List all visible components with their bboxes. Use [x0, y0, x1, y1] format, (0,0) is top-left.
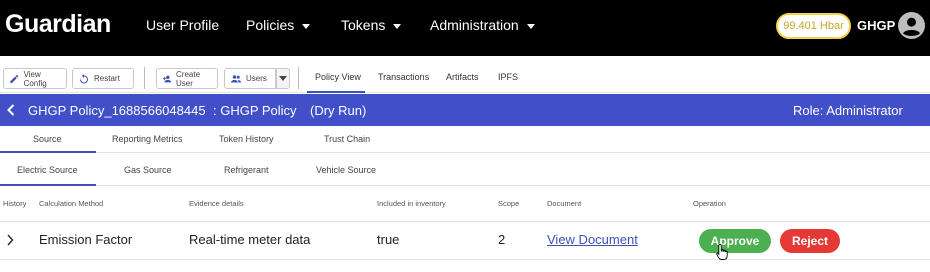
view-document-link[interactable]: View Document	[547, 232, 638, 247]
tab-ipfs[interactable]: IPFS	[498, 72, 518, 82]
tab-reporting-metrics[interactable]: Reporting Metrics	[112, 134, 183, 144]
nav-tokens-label: Tokens	[341, 17, 386, 33]
nav-administration-label: Administration	[430, 17, 519, 33]
nav-policies[interactable]: Policies	[246, 17, 311, 33]
edit-icon	[10, 74, 19, 83]
policy-name: GHGP Policy_1688566048445	[28, 103, 206, 118]
nav-user-profile-label: User Profile	[146, 17, 220, 33]
app-logo[interactable]: Guardian	[5, 10, 111, 39]
active-tab-indicator	[307, 91, 365, 93]
users-dropdown-button[interactable]	[276, 68, 290, 89]
nav-tokens[interactable]: Tokens	[341, 17, 402, 33]
secondary-tabs: Electric Source Gas Source Refrigerant V…	[0, 153, 930, 186]
table-row: Emission Factor Real-time meter data tru…	[0, 222, 930, 260]
column-header-document: Document	[547, 199, 582, 208]
balance-badge: 99.401 Hbar	[776, 13, 851, 39]
tab-artifacts[interactable]: Artifacts	[446, 72, 479, 82]
column-header-history: History	[3, 199, 27, 208]
nav-policies-label: Policies	[246, 17, 295, 33]
tab-electric-source[interactable]: Electric Source	[17, 165, 78, 175]
tab-token-history[interactable]: Token History	[219, 134, 274, 144]
column-header-included-in-inventory: Included in inventory	[377, 199, 446, 208]
tab-gas-source[interactable]: Gas Source	[124, 165, 172, 175]
chevron-down-icon	[279, 76, 287, 81]
role-label: Role: Administrator	[793, 103, 903, 118]
back-arrow-icon[interactable]	[6, 104, 16, 116]
tab-vehicle-source[interactable]: Vehicle Source	[316, 165, 376, 175]
toolbar-divider	[144, 67, 145, 89]
tab-trust-chain[interactable]: Trust Chain	[324, 134, 370, 144]
cell-included-in-inventory: true	[377, 232, 400, 247]
chevron-right-icon[interactable]	[6, 234, 14, 246]
tab-source[interactable]: Source	[33, 134, 62, 144]
column-header-calculation-method: Calculation Method	[39, 199, 104, 208]
policy-toolbar: View Config Restart Create User Users Po…	[0, 56, 930, 93]
tab-refrigerant[interactable]: Refrigerant	[224, 165, 269, 175]
column-header-evidence-details: Evidence details	[189, 199, 244, 208]
policy-mode: (Dry Run)	[310, 103, 367, 118]
nav-user-profile[interactable]: User Profile	[146, 17, 219, 33]
users-button[interactable]: Users	[224, 68, 276, 89]
view-config-button[interactable]: View Config	[3, 68, 67, 89]
username-label: GHGP	[857, 18, 896, 33]
restart-icon	[80, 73, 88, 83]
toolbar-divider	[298, 67, 299, 89]
column-header-scope: Scope	[498, 199, 520, 208]
policy-header: GHGP Policy_1688566048445 : GHGP Policy …	[0, 94, 930, 126]
chevron-down-icon	[302, 23, 311, 29]
users-label: Users	[246, 74, 267, 83]
create-user-button[interactable]: Create User	[156, 68, 218, 89]
reject-button[interactable]: Reject	[780, 229, 840, 253]
policy-subtitle: : GHGP Policy	[213, 103, 297, 118]
chevron-down-icon	[393, 23, 402, 29]
account-circle-icon[interactable]	[898, 12, 925, 39]
people-icon	[231, 74, 241, 82]
primary-tabs: Source Reporting Metrics Token History T…	[0, 126, 930, 153]
nav-administration[interactable]: Administration	[430, 17, 535, 33]
cell-scope: 2	[498, 232, 506, 247]
tab-transactions[interactable]: Transactions	[378, 72, 429, 82]
restart-button[interactable]: Restart	[72, 68, 134, 89]
create-user-label: Create User	[176, 69, 201, 88]
top-navbar: Guardian User Profile Policies Tokens Ad…	[0, 0, 930, 56]
hand-cursor-icon	[716, 244, 728, 260]
restart-label: Restart	[94, 74, 120, 83]
approve-button[interactable]: Approve	[699, 229, 771, 253]
cell-calculation-method: Emission Factor	[39, 232, 133, 247]
tab-policy-view[interactable]: Policy View	[315, 72, 361, 82]
cell-evidence-details: Real-time meter data	[189, 232, 311, 247]
person-add-icon	[162, 75, 172, 82]
table-header: History Calculation Method Evidence deta…	[0, 186, 930, 222]
column-header-operation: Operation	[693, 199, 726, 208]
chevron-down-icon	[526, 23, 535, 29]
view-config-label: View Config	[23, 69, 47, 88]
